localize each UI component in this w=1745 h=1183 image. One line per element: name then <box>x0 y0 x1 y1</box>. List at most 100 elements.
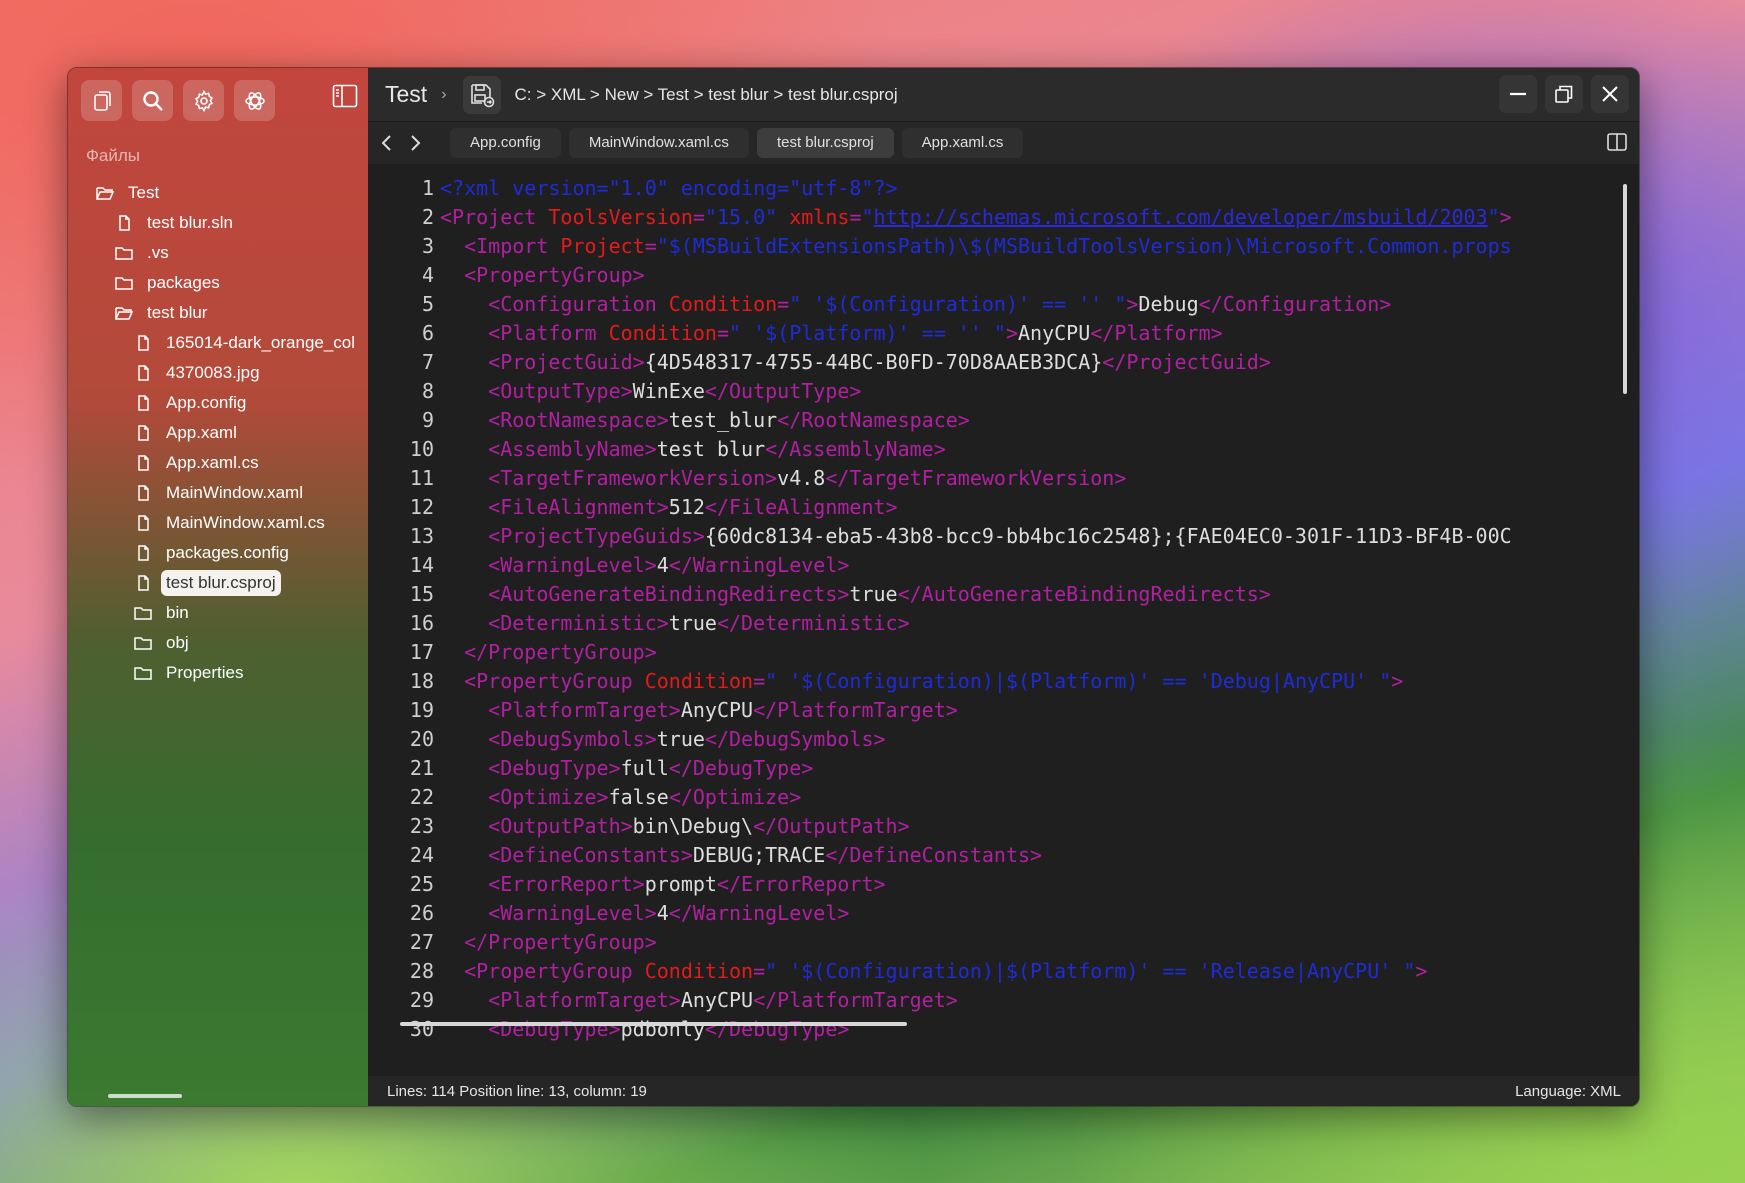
forward-button[interactable] <box>402 130 428 156</box>
code-line[interactable]: 15 <AutoGenerateBindingRedirects>true</A… <box>368 580 1619 609</box>
code-line[interactable]: 21 <DebugType>full</DebugType> <box>368 754 1619 783</box>
code-line[interactable]: 23 <OutputPath>bin\Debug\</OutputPath> <box>368 812 1619 841</box>
breadcrumb[interactable]: C: > XML > New > Test > test blur > test… <box>515 85 898 105</box>
code-line[interactable]: 25 <ErrorReport>prompt</ErrorReport> <box>368 870 1619 899</box>
code-token: </AssemblyName> <box>765 437 946 461</box>
code-token: " '$(Configuration)' == '' " <box>789 292 1127 316</box>
chevron-right-icon <box>411 134 421 151</box>
code-token: </PlatformTarget> <box>753 988 958 1012</box>
code-line[interactable]: 7 <ProjectGuid>{4D548317-4755-44BC-B0FD-… <box>368 348 1619 377</box>
code-token: </PlatformTarget> <box>753 698 958 722</box>
code-token: = <box>777 292 790 316</box>
code-line[interactable]: 29 <PlatformTarget>AnyCPU</PlatformTarge… <box>368 986 1619 1015</box>
code-line[interactable]: 5 <Configuration Condition=" '$(Configur… <box>368 290 1619 319</box>
tree-item[interactable]: App.xaml.cs <box>132 449 259 477</box>
editor-tab[interactable]: test blur.csproj <box>756 127 894 158</box>
code-line[interactable]: 26 <WarningLevel>4</WarningLevel> <box>368 899 1619 928</box>
line-number: 13 <box>409 524 434 548</box>
split-view-button[interactable] <box>1605 130 1629 154</box>
code-line[interactable]: 30 <DebugType>pdbonly</DebugType> <box>368 1015 1619 1044</box>
code-line[interactable]: 16 <Deterministic>true</Deterministic> <box>368 609 1619 638</box>
tree-item[interactable]: test blur.sln <box>113 209 233 237</box>
line-number: 9 <box>421 408 434 432</box>
code-token: full <box>620 756 669 780</box>
code-line[interactable]: 2 <Project ToolsVersion="15.0" xmlns="htt… <box>368 203 1619 232</box>
sidebar-toggle-button[interactable] <box>330 81 360 111</box>
code-line[interactable]: 18 <PropertyGroup Condition=" '$(Configu… <box>368 667 1619 696</box>
save-button[interactable] <box>462 75 501 114</box>
search-button[interactable] <box>132 80 173 121</box>
tree-item[interactable]: test blur.csproj <box>132 569 281 597</box>
tree-item[interactable]: test blur <box>113 299 207 327</box>
code-line[interactable]: 12 <FileAlignment>512</FileAlignment> <box>368 493 1619 522</box>
code-line[interactable]: 3 <Import Project="$(MSBuildExtensionsPa… <box>368 232 1619 261</box>
tree-item[interactable]: packages <box>113 269 220 297</box>
back-button[interactable] <box>374 130 400 156</box>
tree-item[interactable]: MainWindow.xaml.cs <box>132 509 325 537</box>
tree-item[interactable]: MainWindow.xaml <box>132 479 303 507</box>
chevron-right-icon[interactable]: › <box>441 86 446 104</box>
code-token: <Optimize> <box>488 785 609 809</box>
code-line[interactable]: 6 <Platform Condition=" '$(Platform)' ==… <box>368 319 1619 348</box>
code-lines[interactable]: 1 <?xml version="1.0" encoding="utf-8"?> 2… <box>368 174 1619 1054</box>
code-line[interactable]: 4 <PropertyGroup> <box>368 261 1619 290</box>
code-line[interactable]: 14 <WarningLevel>4</WarningLevel> <box>368 551 1619 580</box>
tree-item[interactable]: 4370083.jpg <box>132 359 260 387</box>
status-language[interactable]: Language: XML <box>1515 1083 1621 1100</box>
code-line[interactable]: 10 <AssemblyName>test blur</AssemblyName… <box>368 435 1619 464</box>
vertical-scrollbar[interactable] <box>1623 184 1627 394</box>
code-line[interactable]: 20 <DebugSymbols>true</DebugSymbols> <box>368 725 1619 754</box>
code-editor[interactable]: 1 <?xml version="1.0" encoding="utf-8"?> 2… <box>368 164 1639 1106</box>
horizontal-scrollbar[interactable] <box>400 1022 907 1026</box>
maximize-button[interactable] <box>1545 75 1583 113</box>
editor-tab[interactable]: MainWindow.xaml.cs <box>568 127 749 158</box>
title-bar: Test › C: > XML > New > Test > test blur… <box>368 68 1639 122</box>
tree-item[interactable]: bin <box>132 599 189 627</box>
minimize-button[interactable] <box>1499 75 1537 113</box>
code-line[interactable]: 24 <DefineConstants>DEBUG;TRACE</DefineC… <box>368 841 1619 870</box>
tree-item[interactable]: App.config <box>132 389 246 417</box>
tree-item[interactable]: Properties <box>132 659 243 687</box>
tree-item[interactable]: App.xaml <box>132 419 237 447</box>
code-line[interactable]: 27 </PropertyGroup> <box>368 928 1619 957</box>
explorer-button[interactable] <box>81 80 122 121</box>
project-title[interactable]: Test <box>385 81 427 108</box>
tree-item[interactable]: Test <box>94 179 159 207</box>
code-line[interactable]: 9 <RootNamespace>test_blur</RootNamespac… <box>368 406 1619 435</box>
code-line[interactable]: 11 <TargetFrameworkVersion>v4.8</TargetF… <box>368 464 1619 493</box>
sidebar-toolbar <box>81 80 275 121</box>
code-line[interactable]: 17 </PropertyGroup> <box>368 638 1619 667</box>
tree-item[interactable]: obj <box>132 629 189 657</box>
code-token: <PlatformTarget> <box>488 698 681 722</box>
tree-item[interactable]: packages.config <box>132 539 289 567</box>
code-line[interactable]: 8 <OutputType>WinExe</OutputType> <box>368 377 1619 406</box>
editor-tab[interactable]: App.xaml.cs <box>901 127 1024 158</box>
code-token: Debug <box>1138 292 1199 316</box>
code-token: 512 <box>668 495 705 519</box>
code-line[interactable]: 1 <?xml version="1.0" encoding="utf-8"?> <box>368 174 1619 203</box>
code-token: true <box>668 611 717 635</box>
code-token: </DebugType> <box>668 756 814 780</box>
tree-item[interactable]: .vs <box>113 239 169 267</box>
code-line[interactable]: 28 <PropertyGroup Condition=" '$(Configu… <box>368 957 1619 986</box>
code-token: <Configuration <box>488 292 669 316</box>
code-token: <AssemblyName> <box>488 437 657 461</box>
close-button[interactable] <box>1591 75 1629 113</box>
ai-assistant-button[interactable] <box>234 80 275 121</box>
editor-tab[interactable]: App.config <box>450 127 561 158</box>
resize-handle[interactable] <box>108 1094 182 1098</box>
code-line[interactable]: 13 <ProjectTypeGuids>{60dc8134-eba5-43b8… <box>368 522 1619 551</box>
tree-item[interactable]: 165014-dark_orange_col <box>132 329 355 357</box>
line-number: 20 <box>409 727 434 751</box>
settings-button[interactable] <box>183 80 224 121</box>
code-token: </RootNamespace> <box>777 408 970 432</box>
code-line[interactable]: 19 <PlatformTarget>AnyCPU</PlatformTarge… <box>368 696 1619 725</box>
code-token: > <box>1126 292 1139 316</box>
code-line[interactable]: 22 <Optimize>false</Optimize> <box>368 783 1619 812</box>
code-token: <RootNamespace> <box>488 408 669 432</box>
